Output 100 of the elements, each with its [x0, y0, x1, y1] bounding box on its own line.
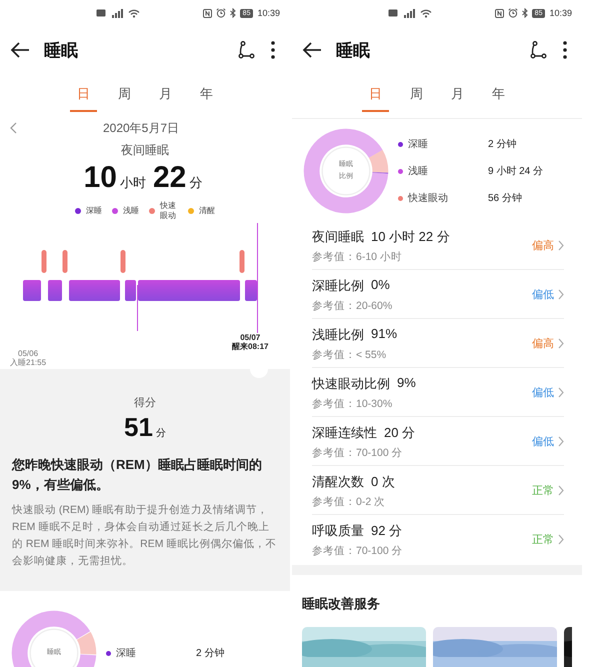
period-tab[interactable]: 年 [485, 76, 512, 112]
status-label: 偏高 [532, 336, 554, 351]
more-menu-button[interactable] [562, 40, 568, 60]
sleep-minutes: 22 [153, 161, 186, 195]
metric-value: 9% [397, 374, 416, 392]
period-tab[interactable]: 周 [111, 76, 138, 112]
nfc-icon [202, 8, 212, 18]
stage-label: 快速眼动 [408, 192, 449, 205]
metric-value: 0 次 [371, 472, 395, 490]
reference-value: 参考值：< 55% [312, 348, 388, 362]
metric-value: 91% [371, 326, 398, 342]
donut-center [322, 146, 370, 196]
chevron-right-icon [558, 240, 564, 251]
reference-value: 参考值：10-30% [312, 396, 394, 410]
metric-row[interactable]: 呼吸质量 92 分 参考值：70-100 分 正常 [312, 515, 564, 563]
hours-unit: 小时 [120, 174, 146, 192]
status-label: 正常 [532, 484, 554, 498]
nfc-icon [494, 8, 504, 18]
metric-name: 浅睡比例 [312, 326, 364, 344]
light-sleep-bar [125, 280, 136, 301]
alarm-icon [216, 8, 226, 18]
more-menu-button[interactable] [270, 40, 276, 60]
metric-row[interactable]: 夜间睡眠 10 小时 22 分 参考值：6-10 小时 偏高 [312, 221, 564, 270]
stage-duration: 2 分钟 [488, 138, 518, 151]
share-button[interactable] [528, 41, 548, 59]
summary-text: 您昨晚快速眼动（REM）睡眠占睡眠时间的9%，有些偏低。 [12, 456, 263, 494]
reference-value: 参考值：6-10 小时 [312, 250, 403, 264]
metric-name: 快速眼动比例 [312, 374, 390, 392]
section-title: 睡眠改善服务 [302, 595, 381, 613]
status-label: 正常 [532, 533, 554, 547]
score-value: 51 [124, 412, 153, 443]
back-button[interactable] [10, 42, 30, 58]
light-sleep-bar [245, 280, 257, 301]
hd-icon [388, 9, 398, 17]
status-label: 偏低 [532, 386, 554, 400]
rem-sleep-bar [240, 250, 244, 273]
sleep-hours: 10 [84, 161, 117, 195]
chevron-right-icon [558, 485, 564, 496]
rem-sleep-bar [42, 250, 46, 273]
reference-value: 参考值：70-100 分 [312, 446, 404, 460]
date-label: 2020年5月7日 [102, 120, 180, 136]
sleep-type-label: 夜间睡眠 [120, 142, 170, 159]
metric-value: 92 分 [371, 522, 402, 540]
stage-duration: 2 分钟 [196, 646, 226, 660]
rem-sleep-bar [120, 250, 126, 273]
status-label: 偏低 [532, 288, 554, 302]
light-sleep-bar [69, 280, 120, 301]
legend-label: 清醒 [198, 206, 215, 216]
stage-duration: 56 分钟 [488, 192, 523, 205]
metric-name: 深睡比例 [312, 276, 364, 294]
stage-label: 深睡 [408, 138, 429, 151]
chevron-right-icon [558, 436, 564, 447]
reference-value: 参考值：0-2 次 [312, 494, 386, 508]
legend-label: 深睡 [86, 206, 102, 216]
metric-row[interactable]: 清醒次数 0 次 参考值：0-2 次 正常 [312, 466, 564, 515]
description-text: 快速眼动 (REM) 睡眠有助于提升创造力及情绪调节，REM 睡眠不足时，身体会自动通过延长之后几个晚上的 REM 睡眠时间来弥补。REM 睡眠比例偶尔偏低，不会影响健康，无需担忧。 [12, 503, 278, 569]
status-label: 偏低 [532, 435, 554, 449]
score-unit: 分 [156, 427, 166, 440]
period-tab[interactable]: 周 [403, 76, 430, 112]
bluetooth-icon [230, 8, 236, 18]
metric-name: 夜间睡眠 [312, 228, 364, 246]
signal-icon [402, 8, 416, 18]
metric-row[interactable]: 快速眼动比例 9% 参考值：10-30% 偏低 [312, 368, 564, 417]
period-tab[interactable]: 月 [152, 76, 179, 112]
stage-duration: 9 小时 24 分 [488, 164, 544, 178]
hd-icon [96, 9, 106, 17]
metric-row[interactable]: 浅睡比例 91% 参考值：< 55% 偏高 [312, 319, 564, 368]
start-date-label: 05/06 [17, 349, 40, 358]
sleep-start-time: 入睡21:55 [10, 358, 46, 367]
light-sleep-bar [23, 280, 41, 301]
metric-value: 20 分 [384, 424, 416, 442]
chevron-right-icon [558, 338, 564, 349]
bluetooth-icon [522, 8, 528, 18]
reference-value: 参考值：20-60% [312, 298, 394, 312]
back-button[interactable] [302, 42, 322, 58]
wake-up-time: 醒来08:17 [232, 342, 268, 351]
metric-row[interactable]: 深睡比例 0% 参考值：20-60% 偏低 [312, 270, 564, 319]
minutes-unit: 分 [189, 174, 202, 192]
alarm-icon [508, 8, 518, 18]
wifi-icon [128, 8, 140, 18]
light-sleep-bar [48, 280, 62, 301]
metric-row[interactable]: 深睡连续性 20 分 参考值：70-100 分 偏低 [312, 417, 564, 466]
legend-label: 浅睡 [123, 206, 140, 216]
metric-name: 呼吸质量 [312, 522, 364, 540]
metric-name: 清醒次数 [312, 472, 364, 490]
share-button[interactable] [236, 41, 256, 59]
metric-name: 深睡连续性 [312, 424, 377, 442]
score-label: 得分 [133, 396, 157, 410]
wifi-icon [420, 8, 432, 18]
reference-value: 参考值：70-100 分 [312, 544, 404, 558]
previous-day-icon[interactable] [10, 122, 18, 134]
period-tab[interactable]: 年 [193, 76, 220, 112]
deep-sleep-line [137, 285, 138, 331]
period-tab[interactable]: 月 [444, 76, 471, 112]
status-label: 偏高 [532, 238, 554, 253]
chevron-right-icon [558, 289, 564, 300]
clock-time: 10:39 [257, 8, 280, 18]
chevron-right-icon [558, 534, 564, 545]
signal-icon [110, 8, 124, 18]
clock-time: 10:39 [549, 8, 572, 18]
